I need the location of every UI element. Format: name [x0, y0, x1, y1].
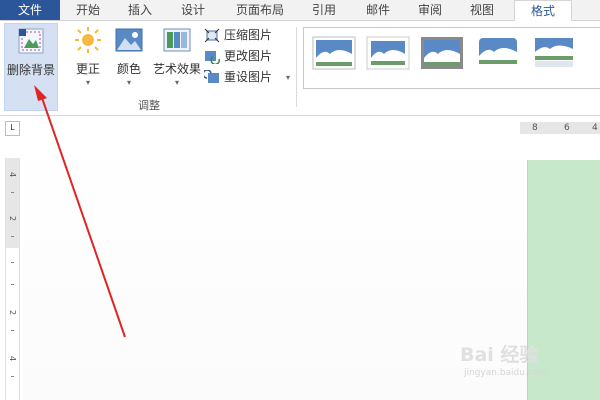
- group-separator: [296, 27, 297, 107]
- picture-style-thumbnail[interactable]: [532, 36, 576, 70]
- tab-mailings[interactable]: 邮件: [360, 0, 396, 20]
- ruler-tick: [11, 262, 14, 263]
- tab-view[interactable]: 视图: [464, 0, 500, 20]
- horizontal-ruler[interactable]: 8 6 4: [520, 122, 600, 134]
- remove-background-button[interactable]: 删除背景: [4, 23, 58, 111]
- chevron-down-icon: ▾: [85, 78, 90, 87]
- change-picture-label: 更改图片: [224, 49, 273, 63]
- tab-insert[interactable]: 插入: [122, 0, 158, 20]
- watermark-logo: Bai 经验: [460, 344, 539, 366]
- change-picture-icon: [205, 51, 220, 64]
- compress-icon: [204, 28, 220, 43]
- tab-home[interactable]: 开始: [70, 0, 106, 20]
- remove-background-label: 删除背景: [6, 63, 55, 77]
- corrections-label: 更正: [75, 62, 100, 76]
- tab-design[interactable]: 设计: [175, 0, 211, 20]
- picture-style-thumbnail[interactable]: [476, 36, 520, 70]
- ribbon-format: 删除背景 更正 ▾ 颜色 ▾ 艺术效果 ▾ 压缩图片 更改图片 重设图片 ▾ 调…: [0, 21, 600, 116]
- reset-picture-label: 重设图片: [224, 70, 273, 84]
- picture-style-thumbnail[interactable]: [366, 36, 410, 70]
- compress-pictures-label: 压缩图片: [224, 28, 273, 42]
- artistic-effects-label: 艺术效果: [152, 62, 201, 76]
- tab-selector[interactable]: L: [5, 121, 20, 136]
- picture-color-icon: [115, 28, 143, 52]
- reset-picture-icon: [204, 70, 219, 83]
- ruler-tick: [11, 192, 14, 193]
- ruler-tick: [11, 330, 14, 331]
- tab-references[interactable]: 引用: [306, 0, 342, 20]
- reset-picture-button[interactable]: 重设图片 ▾: [204, 67, 296, 88]
- adjust-small-buttons: 压缩图片 更改图片 重设图片 ▾: [204, 25, 296, 88]
- tab-file[interactable]: 文件: [0, 0, 60, 20]
- chevron-down-icon[interactable]: ▾: [286, 67, 290, 88]
- sun-icon: [75, 27, 101, 53]
- compress-pictures-button[interactable]: 压缩图片: [204, 25, 296, 46]
- artistic-effects-icon: [163, 28, 191, 52]
- adjust-group-label: 调整: [138, 99, 160, 112]
- picture-style-thumbnail[interactable]: [312, 36, 356, 70]
- chevron-down-icon: ▾: [174, 78, 179, 87]
- tab-format[interactable]: 格式: [514, 0, 572, 22]
- picture-styles-gallery: [303, 27, 600, 89]
- ruler-number: 4: [592, 123, 598, 133]
- ruler-number: 6: [564, 123, 570, 133]
- ruler-number: 2: [8, 215, 17, 222]
- chevron-down-icon: ▾: [126, 78, 131, 87]
- tab-review[interactable]: 审阅: [412, 0, 448, 20]
- vertical-ruler[interactable]: 4 2 2 4: [5, 158, 20, 400]
- remove-background-icon: [18, 28, 44, 54]
- picture-style-thumbnail[interactable]: [420, 36, 464, 70]
- tab-page-layout[interactable]: 页面布局: [228, 0, 292, 20]
- ruler-tick: [11, 236, 14, 237]
- color-label: 颜色: [116, 62, 141, 76]
- ruler-number: 2: [8, 309, 17, 316]
- ruler-tick: [11, 284, 14, 285]
- watermark-url: jingyan.baidu.com: [464, 368, 548, 378]
- ruler-number: 4: [8, 171, 17, 178]
- corrections-button[interactable]: 更正 ▾: [66, 23, 110, 109]
- ruler-tick: [11, 376, 14, 377]
- ribbon-tab-bar: 文件 开始 插入 设计 页面布局 引用 邮件 审阅 视图 格式: [0, 0, 600, 22]
- watermark: Bai 经验 jingyan.baidu.com: [460, 340, 600, 400]
- ruler-number: 8: [532, 123, 538, 133]
- change-picture-button[interactable]: 更改图片: [204, 46, 296, 67]
- ruler-number: 4: [8, 355, 17, 362]
